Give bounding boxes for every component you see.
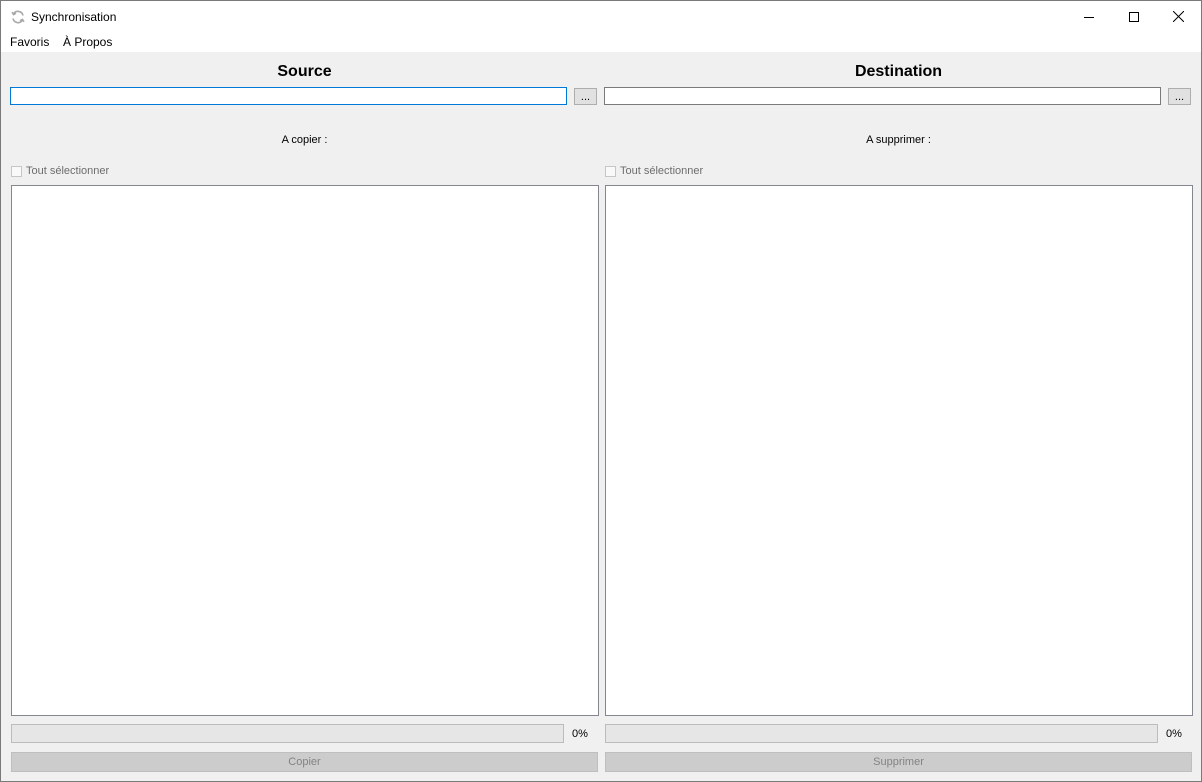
source-path-input[interactable]: [10, 87, 567, 105]
window-title: Synchronisation: [31, 10, 117, 24]
app-window: Synchronisation Favoris À Propos Source …: [0, 0, 1202, 782]
destination-select-all-checkbox[interactable]: [605, 165, 616, 177]
destination-file-list[interactable]: [605, 185, 1193, 716]
destination-progress-text: 0%: [1166, 728, 1182, 740]
destination-path-input[interactable]: [604, 87, 1161, 105]
source-title: Source: [277, 63, 332, 80]
maximize-button[interactable]: [1111, 1, 1156, 32]
menu-item-a-propos[interactable]: À Propos: [63, 34, 112, 50]
sync-icon: [11, 10, 25, 24]
source-select-all-label: Tout sélectionner: [26, 164, 110, 177]
destination-title: Destination: [854, 63, 943, 80]
source-file-list[interactable]: [11, 185, 599, 716]
menu-bar: Favoris À Propos: [1, 32, 1201, 52]
destination-select-all-label: Tout sélectionner: [620, 164, 704, 177]
destination-browse-button[interactable]: ...: [1168, 88, 1191, 105]
source-select-all[interactable]: Tout sélectionner: [11, 164, 109, 178]
source-browse-button[interactable]: ...: [574, 88, 597, 105]
source-list-label: A copier :: [281, 134, 328, 146]
destination-list-label: A supprimer :: [866, 134, 931, 146]
minimize-button[interactable]: [1066, 1, 1111, 32]
title-bar[interactable]: Synchronisation: [1, 1, 1201, 32]
source-progress-bar: [11, 724, 564, 743]
copy-button[interactable]: Copier: [11, 752, 598, 772]
source-select-all-checkbox[interactable]: [11, 165, 22, 177]
destination-progress-bar: [605, 724, 1158, 743]
source-progress-text: 0%: [572, 728, 588, 740]
delete-button[interactable]: Supprimer: [605, 752, 1192, 772]
close-button[interactable]: [1156, 1, 1201, 32]
destination-select-all[interactable]: Tout sélectionner: [605, 164, 703, 178]
menu-item-favoris[interactable]: Favoris: [10, 34, 49, 50]
maximize-icon: [1128, 11, 1139, 22]
close-icon: [1173, 11, 1184, 22]
minimize-icon: [1083, 16, 1094, 18]
